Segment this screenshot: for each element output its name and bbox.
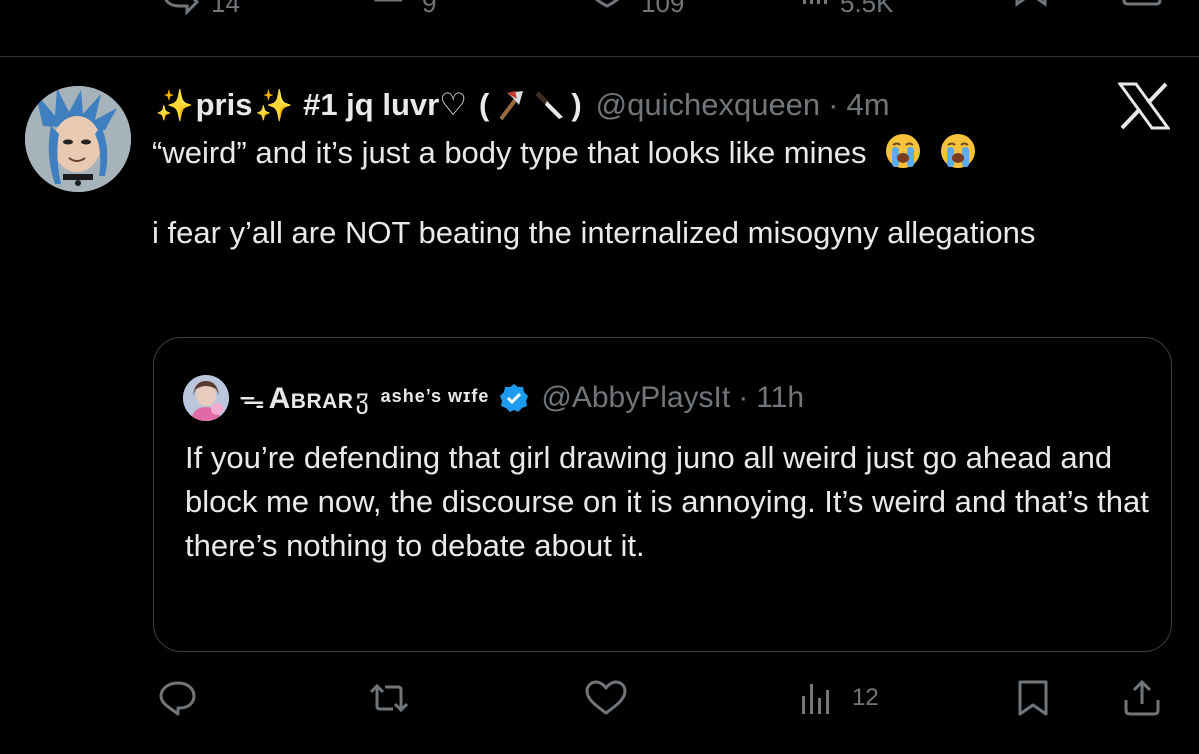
name-glyph-left: ᯓ — [239, 384, 265, 414]
quoted-author-avatar[interactable] — [183, 375, 229, 421]
reply-button[interactable] — [157, 678, 199, 718]
quoted-tweet-card[interactable]: ᯓ Abrar ჳ ashe’s wɪfe @AbbyPlaysIt · 11h… — [153, 337, 1172, 652]
author-handle[interactable]: @quichexqueen — [596, 87, 821, 123]
tweet-divider — [0, 56, 1199, 57]
bookmark-icon — [1018, 680, 1048, 716]
quoted-author-handle[interactable]: @AbbyPlaysIt — [541, 381, 730, 415]
prev-repost-button[interactable]: 9 — [372, 0, 436, 18]
quoted-author-name: Abrar — [268, 382, 354, 415]
views-count: 12 — [852, 684, 879, 711]
prev-views-count: 5.5K — [840, 0, 894, 18]
quoted-timestamp[interactable]: 11h — [756, 381, 804, 415]
share-button[interactable] — [1120, 678, 1164, 718]
views-icon — [802, 684, 829, 714]
author-name-tag: #1 jq luvr♡ — [303, 87, 467, 122]
paren-open: ( — [478, 87, 490, 122]
like-button[interactable] — [583, 678, 629, 718]
repost-icon — [369, 683, 409, 713]
quoted-tweet-body: If you’re defending that girl drawing ju… — [185, 440, 1149, 563]
x-logo-icon — [1118, 82, 1170, 130]
quoted-author-display-name[interactable]: ᯓ Abrar ჳ ashe’s wɪfe — [239, 380, 489, 416]
quoted-avatar-illustration — [183, 375, 229, 421]
prev-reply-button[interactable]: 14 — [157, 0, 240, 18]
share-icon — [1124, 679, 1160, 716]
axe-icon — [493, 89, 527, 121]
tweet-text-1: “weird” and it’s just a body type that l… — [152, 135, 867, 170]
quoted-meta-separator: · — [738, 381, 749, 414]
author-avatar[interactable] — [25, 86, 131, 192]
tweet-line-1: “weird” and it’s just a body type that l… — [152, 133, 1152, 173]
sparkle-right: ✨ — [254, 87, 294, 123]
repost-icon — [374, 0, 402, 2]
bookmark-button[interactable] — [1014, 678, 1052, 718]
name-glyph-right: ჳ — [355, 384, 369, 414]
verified-badge-icon — [500, 384, 529, 412]
quoted-author-name-suffix: ashe’s wɪfe — [380, 386, 490, 406]
meta-separator: · — [828, 87, 839, 122]
tweet-paragraph-2: i fear y’all are NOT beating the interna… — [152, 215, 1036, 250]
views-icon — [803, 0, 827, 4]
share-icon — [1122, 0, 1162, 6]
tweet-header: ✨ pris ✨ #1 jq luvr♡ ( ) @quichexqueen ·… — [155, 80, 890, 130]
heart-icon — [594, 0, 620, 8]
tweet-timestamp[interactable]: 4m — [847, 87, 890, 123]
prev-like-button[interactable]: 109 — [585, 0, 684, 18]
heart-icon — [585, 680, 627, 715]
sparkle-left: ✨ — [155, 87, 194, 123]
author-name: pris — [195, 87, 253, 122]
views-button[interactable]: 12 — [798, 678, 879, 718]
prev-reply-count: 14 — [211, 0, 240, 18]
reply-icon — [164, 0, 200, 16]
loudly-crying-face-icon — [940, 134, 975, 168]
repost-button[interactable] — [367, 678, 411, 718]
previous-tweet-action-bar: 14 9 109 5.5K — [0, 0, 1199, 56]
author-display-name[interactable]: ✨ pris ✨ #1 jq luvr♡ ( ) — [155, 87, 582, 124]
prev-repost-count: 9 — [422, 0, 437, 18]
paren-close: ) — [571, 87, 582, 122]
prev-share-button[interactable] — [1120, 0, 1164, 18]
loudly-crying-face-icon — [886, 134, 921, 168]
reply-icon — [159, 681, 196, 716]
avatar-illustration — [25, 86, 131, 192]
prev-views-button[interactable]: 5.5K — [800, 0, 894, 18]
tweet-body: “weird” and it’s just a body type that l… — [152, 133, 1152, 253]
quoted-tweet-header: ᯓ Abrar ჳ ashe’s wɪfe @AbbyPlaysIt · 11h — [183, 374, 804, 422]
prev-like-count: 109 — [641, 0, 685, 18]
prev-bookmark-button[interactable] — [1014, 0, 1048, 18]
bookmark-icon — [1015, 0, 1047, 7]
knife-icon — [533, 89, 567, 121]
